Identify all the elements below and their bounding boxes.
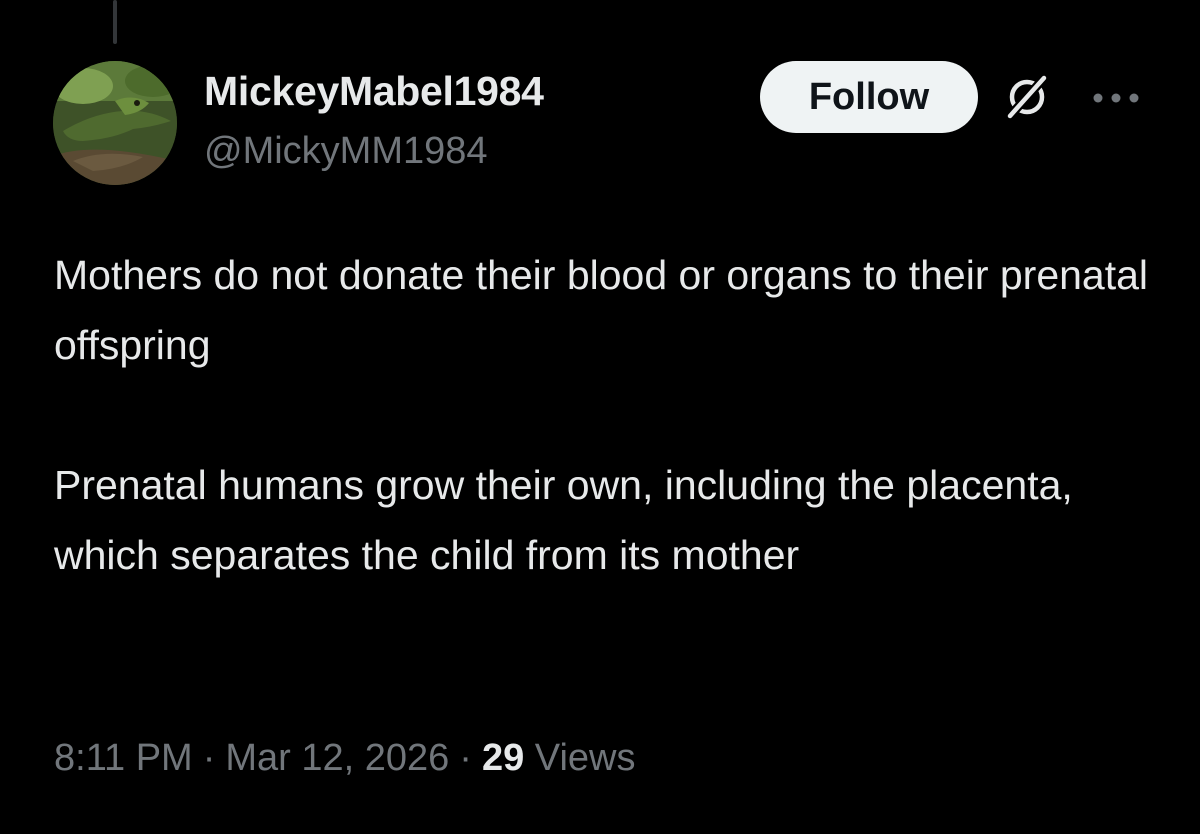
- grok-icon[interactable]: [1000, 70, 1054, 124]
- views-count[interactable]: 29: [482, 737, 524, 779]
- tweet-text: Mothers do not donate their blood or org…: [54, 240, 1164, 590]
- author-display-name[interactable]: MickeyMabel1984: [204, 68, 544, 115]
- tweet-metadata: 8:11 PM · Mar 12, 2026 · 29 Views: [54, 737, 635, 780]
- follow-button[interactable]: Follow: [760, 61, 978, 133]
- views-label: Views: [534, 737, 636, 779]
- author-handle[interactable]: @MickyMM1984: [204, 130, 488, 173]
- thread-connector-line: [113, 0, 117, 44]
- tweet-date[interactable]: Mar 12, 2026: [225, 737, 449, 779]
- avatar[interactable]: [53, 61, 177, 185]
- tweet-paragraph: Mothers do not donate their blood or org…: [54, 252, 1149, 368]
- meta-separator: ·: [459, 737, 472, 779]
- avatar-image: [53, 61, 177, 185]
- tweet-time[interactable]: 8:11 PM: [54, 737, 193, 779]
- more-options-icon[interactable]: [1088, 78, 1144, 118]
- meta-separator: ·: [202, 737, 216, 779]
- tweet-paragraph: Prenatal humans grow their own, includin…: [54, 462, 1073, 578]
